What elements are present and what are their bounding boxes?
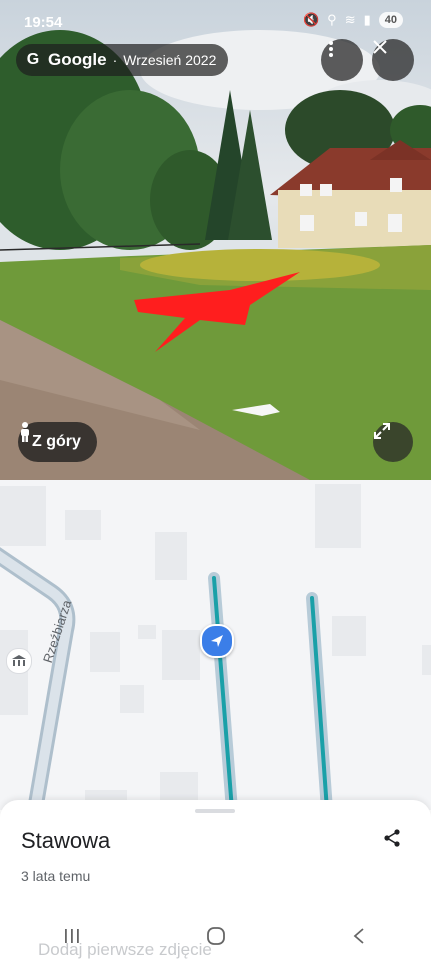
overhead-view-label: Z góry bbox=[32, 433, 81, 450]
close-button[interactable] bbox=[372, 39, 414, 81]
brand-label: Google bbox=[48, 50, 107, 69]
status-icons: 🔇 ⚲ ≋ ▮ 40 bbox=[303, 12, 403, 28]
poi-marker[interactable] bbox=[6, 648, 32, 674]
separator-dot: · bbox=[112, 52, 118, 68]
status-bar: 19:54 🔇 ⚲ ≋ ▮ 40 bbox=[0, 0, 431, 46]
share-button[interactable] bbox=[382, 828, 404, 850]
more-vert-icon bbox=[329, 41, 333, 57]
more-options-button[interactable] bbox=[321, 39, 363, 81]
mute-icon: 🔇 bbox=[302, 12, 320, 27]
signal-icon: ▮ bbox=[363, 12, 371, 27]
street-view-photo[interactable]: 19:54 🔇 ⚲ ≋ ▮ 40 G Google · Wrzesień 202… bbox=[0, 0, 431, 480]
recents-icon bbox=[64, 929, 79, 943]
place-sheet[interactable]: Stawowa 3 lata temu Dodaj pierwsze zdjęc… bbox=[0, 800, 431, 960]
close-icon bbox=[373, 40, 387, 54]
museum-icon bbox=[12, 655, 26, 666]
imagery-date: Wrzesień 2022 bbox=[123, 52, 217, 68]
battery-indicator: 40 bbox=[378, 12, 403, 28]
pegman-icon bbox=[21, 422, 29, 442]
back-button[interactable] bbox=[287, 918, 431, 954]
google-g-icon: G bbox=[26, 51, 40, 68]
place-title: Stawowa bbox=[21, 828, 111, 853]
imagery-info-chip[interactable]: G Google · Wrzesień 2022 bbox=[16, 44, 229, 76]
home-icon bbox=[206, 927, 225, 945]
home-button[interactable] bbox=[144, 918, 288, 954]
wifi-icon: ≋ bbox=[344, 12, 356, 27]
navigation-arrow-icon bbox=[211, 635, 223, 647]
fullscreen-button[interactable] bbox=[373, 422, 413, 462]
current-view-marker[interactable] bbox=[200, 624, 234, 658]
back-icon bbox=[353, 928, 364, 944]
place-subtitle: 3 lata temu bbox=[21, 868, 91, 884]
system-nav-bar bbox=[0, 918, 431, 954]
expand-icon bbox=[374, 423, 390, 439]
share-icon bbox=[384, 829, 400, 847]
location-icon: ⚲ bbox=[327, 12, 337, 27]
overhead-view-button[interactable]: Z góry bbox=[18, 422, 97, 462]
sheet-drag-handle[interactable] bbox=[195, 809, 235, 813]
status-time: 19:54 bbox=[24, 14, 63, 31]
recents-button[interactable] bbox=[0, 918, 144, 954]
